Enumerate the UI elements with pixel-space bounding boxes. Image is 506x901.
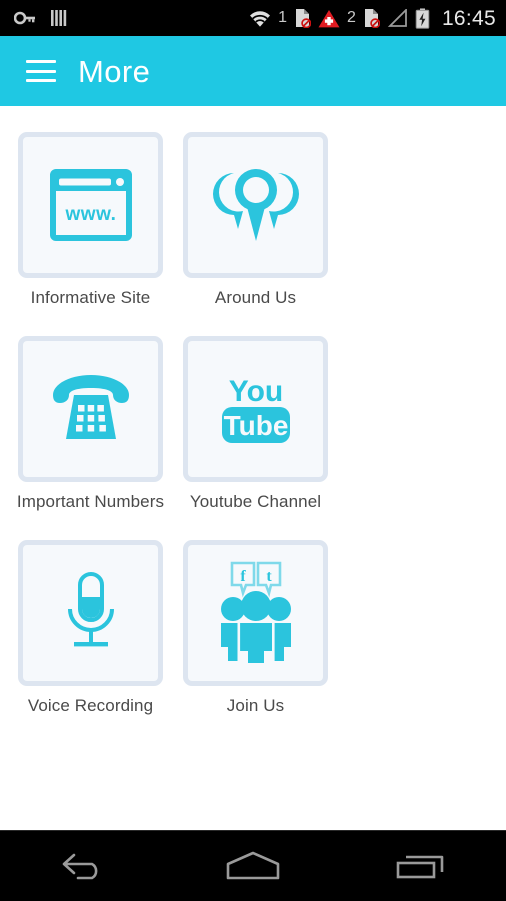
tile-important-numbers[interactable] (18, 336, 163, 482)
page-title: More (78, 53, 151, 89)
tile-label: Informative Site (30, 288, 151, 307)
tile-youtube-channel[interactable]: You Tube (183, 336, 328, 482)
twitter-letter: t (266, 568, 272, 585)
map-pins-icon (212, 169, 299, 241)
hamburger-bar-1 (26, 60, 56, 63)
status-bar-left (14, 9, 68, 27)
wifi-icon (249, 10, 271, 27)
home-icon (226, 851, 280, 880)
barcode-icon (50, 9, 68, 27)
back-arrow-icon (63, 853, 98, 880)
tile-around-us[interactable] (183, 132, 328, 278)
grid-cell-around-us: Around Us (173, 132, 338, 308)
status-bar-right: 1 2 16:45 (249, 8, 496, 29)
vpn-key-icon (14, 10, 36, 26)
tile-label: Youtube Channel (189, 492, 322, 511)
tile-label: Join Us (226, 696, 285, 715)
signal-bars-icon (387, 9, 408, 27)
tile-label: Voice Recording (27, 696, 154, 715)
nav-back-button[interactable] (29, 831, 139, 901)
youtube-text-bottom: Tube (223, 410, 288, 441)
sim1-label: 1 (278, 9, 288, 26)
telephone-icon (52, 375, 129, 439)
alert-triangle-icon (318, 9, 340, 28)
grid-cell-important-numbers: Important Numbers (8, 336, 173, 512)
browser-www-icon: www. (49, 169, 132, 241)
browser-www-text: www. (64, 204, 116, 225)
tile-label: Around Us (214, 288, 297, 307)
grid-cell-voice-recording: Voice Recording (8, 540, 173, 716)
main-content: www. Informative Site Around Us Importan… (0, 106, 506, 828)
tile-label: Important Numbers (16, 492, 165, 511)
hamburger-bar-3 (26, 79, 56, 82)
sim2-label: 2 (347, 9, 356, 26)
youtube-text-top: You (228, 375, 282, 408)
sim-card-disabled-icon (294, 8, 312, 28)
grid-cell-informative-site: www. Informative Site (8, 132, 173, 308)
tile-grid: www. Informative Site Around Us Importan… (0, 106, 506, 744)
battery-charging-icon (415, 8, 430, 29)
sim-card-disabled-icon-2 (363, 8, 380, 28)
tile-voice-recording[interactable] (18, 540, 163, 686)
facebook-letter: f (240, 568, 246, 585)
people-group-icon (220, 591, 291, 663)
microphone-icon (67, 572, 114, 647)
grid-cell-youtube-channel: You Tube Youtube Channel (173, 336, 338, 512)
android-navigation-bar (0, 830, 506, 901)
app-bar: More (0, 36, 506, 106)
twitter-bubble-icon: t (256, 561, 281, 598)
status-bar-clock: 16:45 (441, 6, 496, 30)
recents-icon (396, 855, 443, 879)
facebook-bubble-icon: f (230, 561, 255, 598)
nav-home-button[interactable] (198, 831, 308, 901)
youtube-logo-icon: You Tube (221, 375, 290, 443)
status-bar[interactable]: 1 2 16:45 (0, 0, 506, 36)
tile-join-us[interactable]: f t (183, 540, 328, 686)
tile-informative-site[interactable]: www. (18, 132, 163, 278)
hamburger-bar-2 (26, 69, 56, 73)
hamburger-icon[interactable] (26, 60, 56, 82)
nav-recents-button[interactable] (367, 831, 477, 901)
social-people-icon: f t (220, 561, 291, 663)
grid-cell-join-us: f t Join Us (173, 540, 338, 716)
